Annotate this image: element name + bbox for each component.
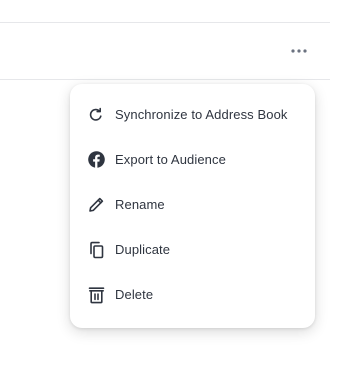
menu-item-label: Duplicate bbox=[115, 242, 171, 257]
menu-item-label: Rename bbox=[115, 197, 165, 212]
copy-icon bbox=[87, 241, 105, 259]
table-row bbox=[0, 22, 330, 80]
menu-item-export-audience[interactable]: Export to Audience bbox=[70, 137, 315, 182]
menu-item-delete[interactable]: Delete bbox=[70, 272, 315, 317]
pencil-icon bbox=[87, 196, 105, 214]
menu-item-label: Delete bbox=[115, 287, 154, 302]
sync-icon bbox=[87, 106, 105, 124]
menu-item-rename[interactable]: Rename bbox=[70, 182, 315, 227]
menu-item-label: Synchronize to Address Book bbox=[115, 107, 288, 122]
trash-icon bbox=[87, 286, 105, 304]
menu-item-duplicate[interactable]: Duplicate bbox=[70, 227, 315, 272]
facebook-icon bbox=[87, 151, 105, 169]
context-menu: Synchronize to Address Book Export to Au… bbox=[70, 84, 315, 328]
more-options-button[interactable] bbox=[286, 42, 312, 60]
more-horizontal-icon bbox=[291, 49, 307, 53]
menu-item-label: Export to Audience bbox=[115, 152, 226, 167]
menu-item-synchronize[interactable]: Synchronize to Address Book bbox=[70, 92, 315, 137]
